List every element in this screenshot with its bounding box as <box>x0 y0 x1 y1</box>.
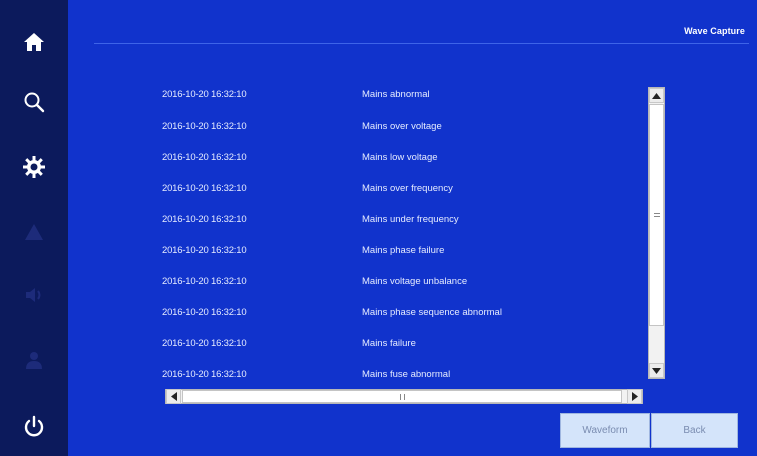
sidebar-item-search[interactable] <box>0 75 68 129</box>
event-time: 2016-10-20 16:32:10 <box>162 89 247 100</box>
event-description: Mains over frequency <box>362 183 453 194</box>
event-description: Mains low voltage <box>362 152 438 163</box>
event-time: 2016-10-20 16:32:10 <box>162 245 247 256</box>
sidebar-item-home[interactable] <box>0 15 68 69</box>
event-description: Mains abnormal <box>362 89 430 100</box>
arrow-up-icon <box>652 92 661 99</box>
event-description: Mains over voltage <box>362 121 442 132</box>
event-description: Mains failure <box>362 338 416 349</box>
power-icon <box>24 415 44 437</box>
gear-icon <box>23 156 45 178</box>
sidebar-item-alarms[interactable] <box>0 205 68 259</box>
horizontal-scrollbar[interactable] <box>165 389 643 404</box>
event-time: 2016-10-20 16:32:10 <box>162 307 247 318</box>
list-item[interactable]: 2016-10-20 16:32:10 Mains under frequenc… <box>68 214 628 230</box>
grip-icon <box>399 393 405 400</box>
arrow-right-icon <box>631 392 638 401</box>
back-button[interactable]: Back <box>651 413 738 448</box>
sidebar-item-sound[interactable] <box>0 268 68 322</box>
sidebar-item-user[interactable] <box>0 333 68 387</box>
sidebar <box>0 0 68 456</box>
list-item[interactable]: 2016-10-20 16:32:10 Mains phase sequence… <box>68 307 628 323</box>
scroll-down-button[interactable] <box>649 363 664 378</box>
scroll-left-button[interactable] <box>166 389 181 404</box>
list-item[interactable]: 2016-10-20 16:32:10 Mains over voltage <box>68 121 628 137</box>
waveform-button[interactable]: Waveform <box>560 413 650 448</box>
search-icon <box>24 92 45 113</box>
event-time: 2016-10-20 16:32:10 <box>162 121 247 132</box>
event-time: 2016-10-20 16:32:10 <box>162 214 247 225</box>
event-description: Mains voltage unbalance <box>362 276 468 287</box>
horizontal-scroll-thumb[interactable] <box>182 390 622 403</box>
list-item[interactable]: 2016-10-20 16:32:10 Mains over frequency <box>68 183 628 199</box>
vertical-scroll-thumb[interactable] <box>649 104 664 326</box>
vertical-scrollbar[interactable] <box>648 87 665 379</box>
event-description: Mains fuse abnormal <box>362 369 451 380</box>
event-time: 2016-10-20 16:32:10 <box>162 183 247 194</box>
list-item[interactable]: 2016-10-20 16:32:10 Mains phase failure <box>68 245 628 261</box>
list-item[interactable]: 2016-10-20 16:32:10 Mains abnormal <box>68 89 628 105</box>
speaker-icon <box>26 288 41 302</box>
sidebar-item-power[interactable] <box>0 400 68 454</box>
user-icon <box>26 352 42 369</box>
event-time: 2016-10-20 16:32:10 <box>162 276 247 287</box>
event-description: Mains phase sequence abnormal <box>362 307 502 318</box>
scroll-up-button[interactable] <box>649 88 664 103</box>
event-time: 2016-10-20 16:32:10 <box>162 152 247 163</box>
list-item[interactable]: 2016-10-20 16:32:10 Mains voltage unbala… <box>68 276 628 292</box>
event-description: Mains phase failure <box>362 245 445 256</box>
warning-icon <box>25 224 43 240</box>
event-time: 2016-10-20 16:32:10 <box>162 338 247 349</box>
list-item[interactable]: 2016-10-20 16:32:10 Mains fuse abnormal <box>68 369 628 385</box>
home-icon <box>24 33 44 51</box>
event-time: 2016-10-20 16:32:10 <box>162 369 247 380</box>
main-panel: Wave Capture 2016-10-20 16:32:10 Mains a… <box>68 0 757 456</box>
grip-icon <box>653 213 660 217</box>
title-divider <box>94 43 749 44</box>
scroll-right-button[interactable] <box>627 389 642 404</box>
arrow-down-icon <box>652 367 661 374</box>
page-title: Wave Capture <box>684 26 745 36</box>
arrow-left-icon <box>170 392 177 401</box>
list-item[interactable]: 2016-10-20 16:32:10 Mains low voltage <box>68 152 628 168</box>
sidebar-item-settings[interactable] <box>0 140 68 194</box>
list-item[interactable]: 2016-10-20 16:32:10 Mains failure <box>68 338 628 354</box>
event-description: Mains under frequency <box>362 214 459 225</box>
